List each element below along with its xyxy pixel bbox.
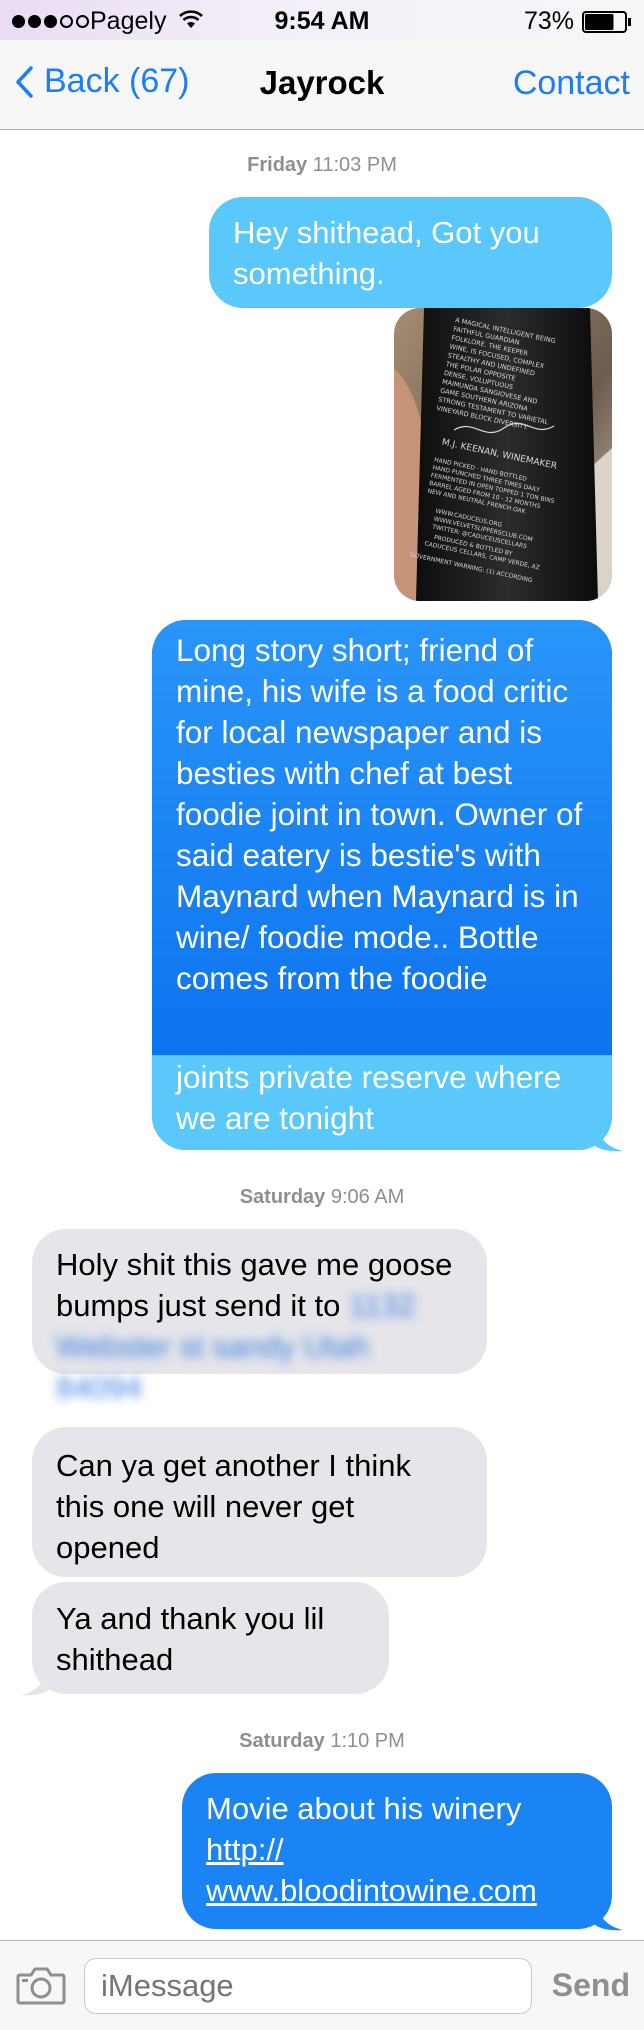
wine-bottle-image: A MAGICAL INTELLIGENT BEING FAITHFUL GUA… bbox=[394, 308, 612, 601]
incoming-message-bubble[interactable]: Ya and thank you lil shithead bbox=[32, 1582, 389, 1694]
timestamp-day: Saturday bbox=[239, 1186, 326, 1208]
url-link[interactable]: www.bloodintowine.com bbox=[206, 1870, 588, 1911]
url-link[interactable]: http:// bbox=[206, 1829, 588, 1870]
bottle-photo-attachment[interactable]: A MAGICAL INTELLIGENT BEING FAITHFUL GUA… bbox=[394, 308, 612, 601]
timestamp-time: 1:10 PM bbox=[330, 1730, 405, 1752]
imessage-input[interactable] bbox=[84, 1958, 532, 2014]
timestamp: Friday 11:03 PM bbox=[0, 154, 644, 177]
timestamp-time: 11:03 PM bbox=[312, 154, 397, 176]
battery-icon bbox=[582, 11, 631, 33]
message-input-bar: Send bbox=[0, 1940, 644, 2030]
bubble-tail-incoming bbox=[21, 1670, 49, 1696]
outgoing-message-bubble[interactable]: Movie about his winery http:// www.blood… bbox=[182, 1773, 612, 1929]
send-button[interactable]: Send bbox=[552, 1967, 630, 2004]
incoming-message-bubble[interactable]: Holy shit this gave me goose bumps just … bbox=[32, 1229, 487, 1405]
timestamp-day: Saturday bbox=[239, 1730, 325, 1752]
message-text: Long story short; friend of mine, his wi… bbox=[152, 620, 612, 1055]
bubble-tail-outgoing bbox=[595, 1905, 623, 1931]
message-text: Can ya get another I think this one will… bbox=[56, 1448, 412, 1565]
bubble-tail-outgoing bbox=[595, 1126, 623, 1152]
message-text: Movie about his winery bbox=[206, 1791, 522, 1826]
timestamp-day: Friday bbox=[247, 154, 308, 176]
navigation-bar: Back (67) Jayrock Contact bbox=[0, 40, 644, 130]
camera-icon[interactable] bbox=[16, 1967, 66, 2005]
incoming-message-bubble[interactable]: Can ya get another I think this one will… bbox=[32, 1427, 487, 1577]
timestamp-time: 9:06 AM bbox=[330, 1186, 405, 1208]
message-text: joints private reserve where we are toni… bbox=[152, 1055, 612, 1150]
outgoing-message-bubble[interactable]: Long story short; friend of mine, his wi… bbox=[152, 620, 612, 1150]
outgoing-message-bubble[interactable]: Hey shithead, Got you something. bbox=[209, 197, 612, 308]
message-text: Ya and thank you lil shithead bbox=[56, 1601, 325, 1677]
status-bar: Pagely 9:54 AM 73% bbox=[0, 0, 644, 40]
timestamp: Saturday 9:06 AM bbox=[0, 1186, 644, 1209]
timestamp: Saturday 1:10 PM bbox=[0, 1730, 644, 1753]
contact-button[interactable]: Contact bbox=[513, 64, 630, 103]
battery-percentage: 73% bbox=[523, 7, 574, 35]
message-text: Hey shithead, Got you something. bbox=[233, 215, 540, 291]
